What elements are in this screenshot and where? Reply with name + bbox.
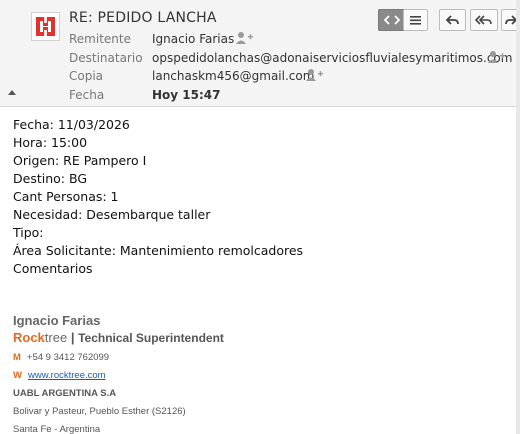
collapse-header-icon[interactable] bbox=[8, 90, 16, 95]
body-line: Comentarios bbox=[13, 261, 93, 276]
cc-label: Copia bbox=[69, 69, 104, 83]
add-contact-icon[interactable] bbox=[306, 68, 324, 82]
body-line: Cant Personas: 1 bbox=[13, 189, 119, 204]
add-contact-icon[interactable] bbox=[236, 31, 254, 45]
reply-all-icon bbox=[474, 15, 492, 25]
cc-value[interactable]: lanchaskm456@gmail.com bbox=[152, 69, 314, 83]
message-body: Fecha: 11/03/2026 Hora: 15:00 Origen: RE… bbox=[13, 116, 303, 278]
body-line: Tipo: bbox=[13, 225, 44, 240]
body-line: Origen: RE Pampero I bbox=[13, 153, 147, 168]
web-tag: W bbox=[13, 370, 22, 381]
signature-mobile: M +54 9 3412 762099 bbox=[13, 349, 224, 367]
to-label: Destinatario bbox=[69, 51, 143, 65]
brand-separator: | bbox=[70, 330, 75, 345]
toggle-html-icon bbox=[383, 15, 401, 25]
body-line: Destino: BG bbox=[13, 171, 87, 186]
signature-web: Wwww.rocktree.com bbox=[13, 367, 224, 385]
body-line: Necesidad: Desembarque taller bbox=[13, 207, 211, 222]
signature-job-title: Technical Superintendent bbox=[78, 331, 224, 345]
brand-tree: tree bbox=[44, 330, 68, 345]
body-line: Hora: 15:00 bbox=[13, 135, 88, 150]
from-value[interactable]: Ignacio Farias bbox=[152, 32, 234, 46]
body-line: Área Solicitante: Mantenimiento remolcad… bbox=[13, 243, 304, 258]
signature-name: Ignacio Farias bbox=[13, 313, 101, 328]
email-signature: Ignacio Farias Rocktree | Technical Supe… bbox=[13, 313, 224, 434]
date-label: Fecha bbox=[69, 88, 105, 102]
sender-logo bbox=[31, 12, 60, 41]
reply-icon bbox=[445, 15, 459, 25]
reply-button[interactable] bbox=[439, 9, 466, 31]
signature-brand: Rocktree | Technical Superintendent bbox=[13, 330, 224, 349]
signature-address-2: Santa Fe - Argentina bbox=[13, 424, 101, 434]
mobile-number: +54 9 3412 762099 bbox=[26, 352, 110, 363]
website-link[interactable]: www.rocktree.com bbox=[28, 370, 106, 381]
to-value[interactable]: opspedidolanchas@adonaiserviciosfluviale… bbox=[152, 51, 512, 65]
from-label: Remitente bbox=[69, 32, 131, 46]
signature-address-1: Bolivar y Pasteur, Pueblo Esther (S2126) bbox=[13, 406, 186, 417]
company-logo-icon bbox=[36, 17, 55, 36]
body-line: Fecha: 11/03/2026 bbox=[13, 117, 130, 132]
message-header: RE: PEDIDO LANCHA Remitente Ignacio Fari… bbox=[0, 0, 520, 107]
reply-all-button[interactable] bbox=[470, 9, 498, 31]
mobile-tag: M bbox=[13, 352, 21, 363]
menu-icon bbox=[410, 16, 421, 25]
date-value: Hoy 15:47 bbox=[152, 88, 221, 102]
scrollbar[interactable] bbox=[516, 0, 520, 434]
signature-company: UABL ARGENTINA S.A bbox=[13, 388, 117, 399]
message-subject: RE: PEDIDO LANCHA bbox=[69, 10, 217, 26]
toggle-html-button[interactable] bbox=[378, 9, 406, 31]
add-contact-icon[interactable] bbox=[488, 50, 506, 64]
brand-rock: Rock bbox=[13, 330, 45, 345]
more-options-button[interactable] bbox=[403, 9, 428, 31]
